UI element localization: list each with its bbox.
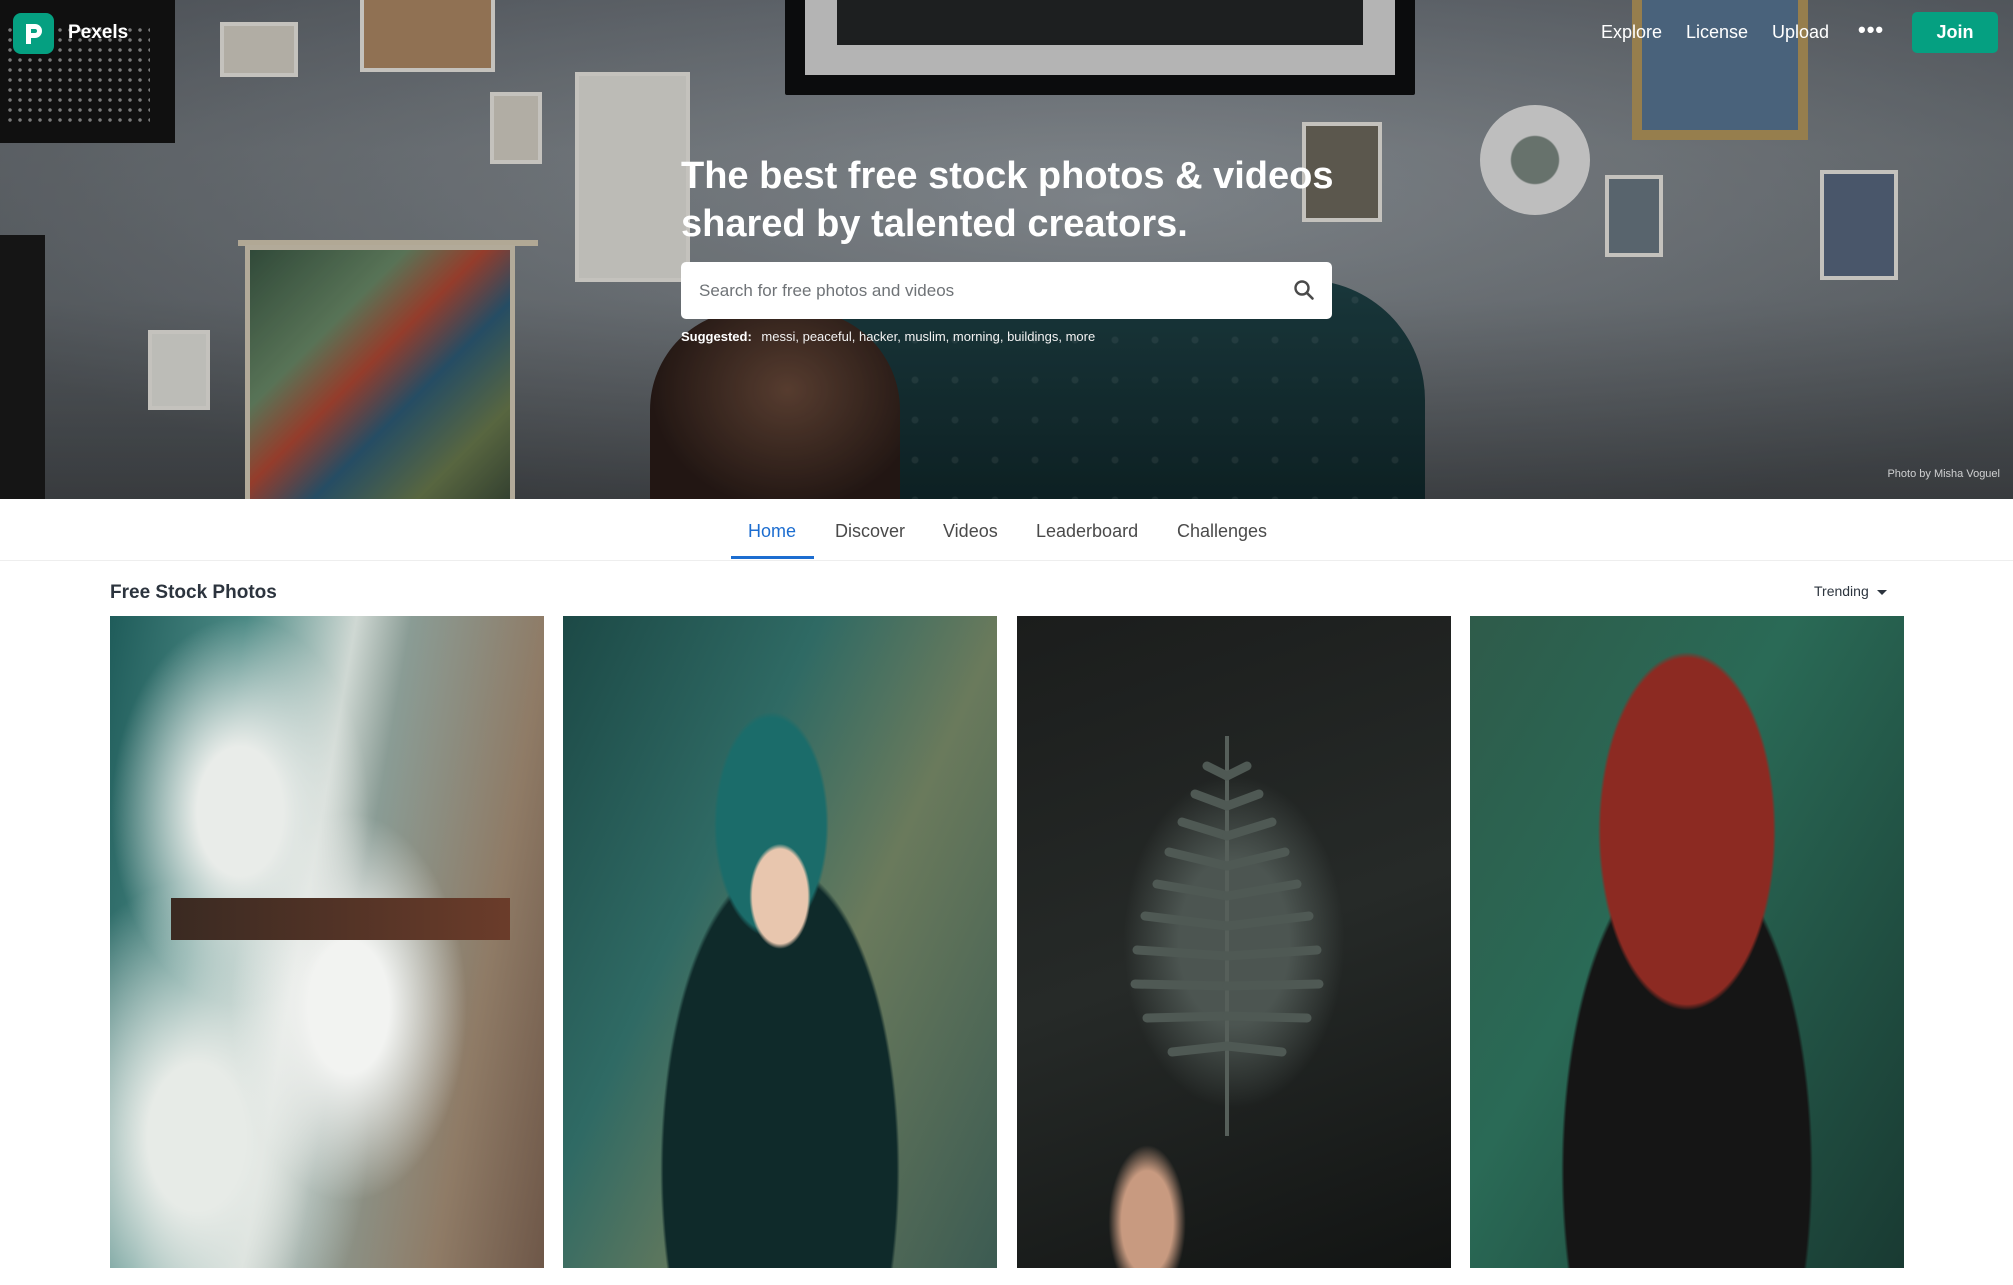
pexels-p-logo-icon bbox=[25, 23, 42, 44]
suggested-searches: Suggested: messi, peaceful, hacker, musl… bbox=[681, 329, 1095, 344]
active-tab-indicator bbox=[731, 556, 814, 559]
join-button[interactable]: Join bbox=[1912, 12, 1998, 53]
fern-leaf-shape bbox=[1130, 736, 1324, 1136]
photo-credit[interactable]: Photo by Misha Voguel bbox=[1887, 468, 2000, 480]
brand-name[interactable]: Pexels bbox=[68, 22, 128, 44]
photo-card-green-hair-woman[interactable] bbox=[563, 616, 997, 1268]
photo-card-ocean-pier[interactable] bbox=[110, 616, 544, 1268]
tab-leaderboard[interactable]: Leaderboard bbox=[1036, 521, 1138, 542]
tab-home[interactable]: Home bbox=[748, 521, 796, 542]
search-box bbox=[681, 262, 1332, 319]
tab-discover[interactable]: Discover bbox=[835, 521, 905, 542]
nav-license-link[interactable]: License bbox=[1686, 22, 1748, 43]
tab-videos[interactable]: Videos bbox=[943, 521, 998, 542]
suggested-label: Suggested: bbox=[681, 329, 752, 344]
caret-down-icon bbox=[1876, 589, 1887, 595]
nav-explore-link[interactable]: Explore bbox=[1601, 22, 1662, 43]
hero-headline: The best free stock photos & videos shar… bbox=[681, 155, 1334, 245]
sort-dropdown[interactable]: Trending bbox=[1814, 583, 1887, 599]
search-input[interactable] bbox=[699, 262, 1269, 319]
search-button[interactable] bbox=[1290, 277, 1318, 305]
suggested-terms[interactable]: messi, peaceful, hacker, muslim, morning… bbox=[761, 329, 1095, 344]
sort-label: Trending bbox=[1814, 583, 1869, 599]
tab-challenges[interactable]: Challenges bbox=[1177, 521, 1267, 542]
nav-upload-link[interactable]: Upload bbox=[1772, 22, 1829, 43]
content-tabs: Home Discover Videos Leaderboard Challen… bbox=[0, 499, 2013, 561]
hero-banner: Pexels Explore License Upload ••• Join T… bbox=[0, 0, 2013, 499]
section-title: Free Stock Photos bbox=[110, 582, 277, 603]
photo-card-sugar-skull-man[interactable] bbox=[1470, 616, 1904, 1268]
more-dots-icon[interactable]: ••• bbox=[1858, 19, 1884, 41]
pexels-logo[interactable] bbox=[13, 13, 54, 54]
search-icon bbox=[1294, 279, 1314, 300]
photo-card-fern-leaf[interactable] bbox=[1017, 616, 1451, 1268]
